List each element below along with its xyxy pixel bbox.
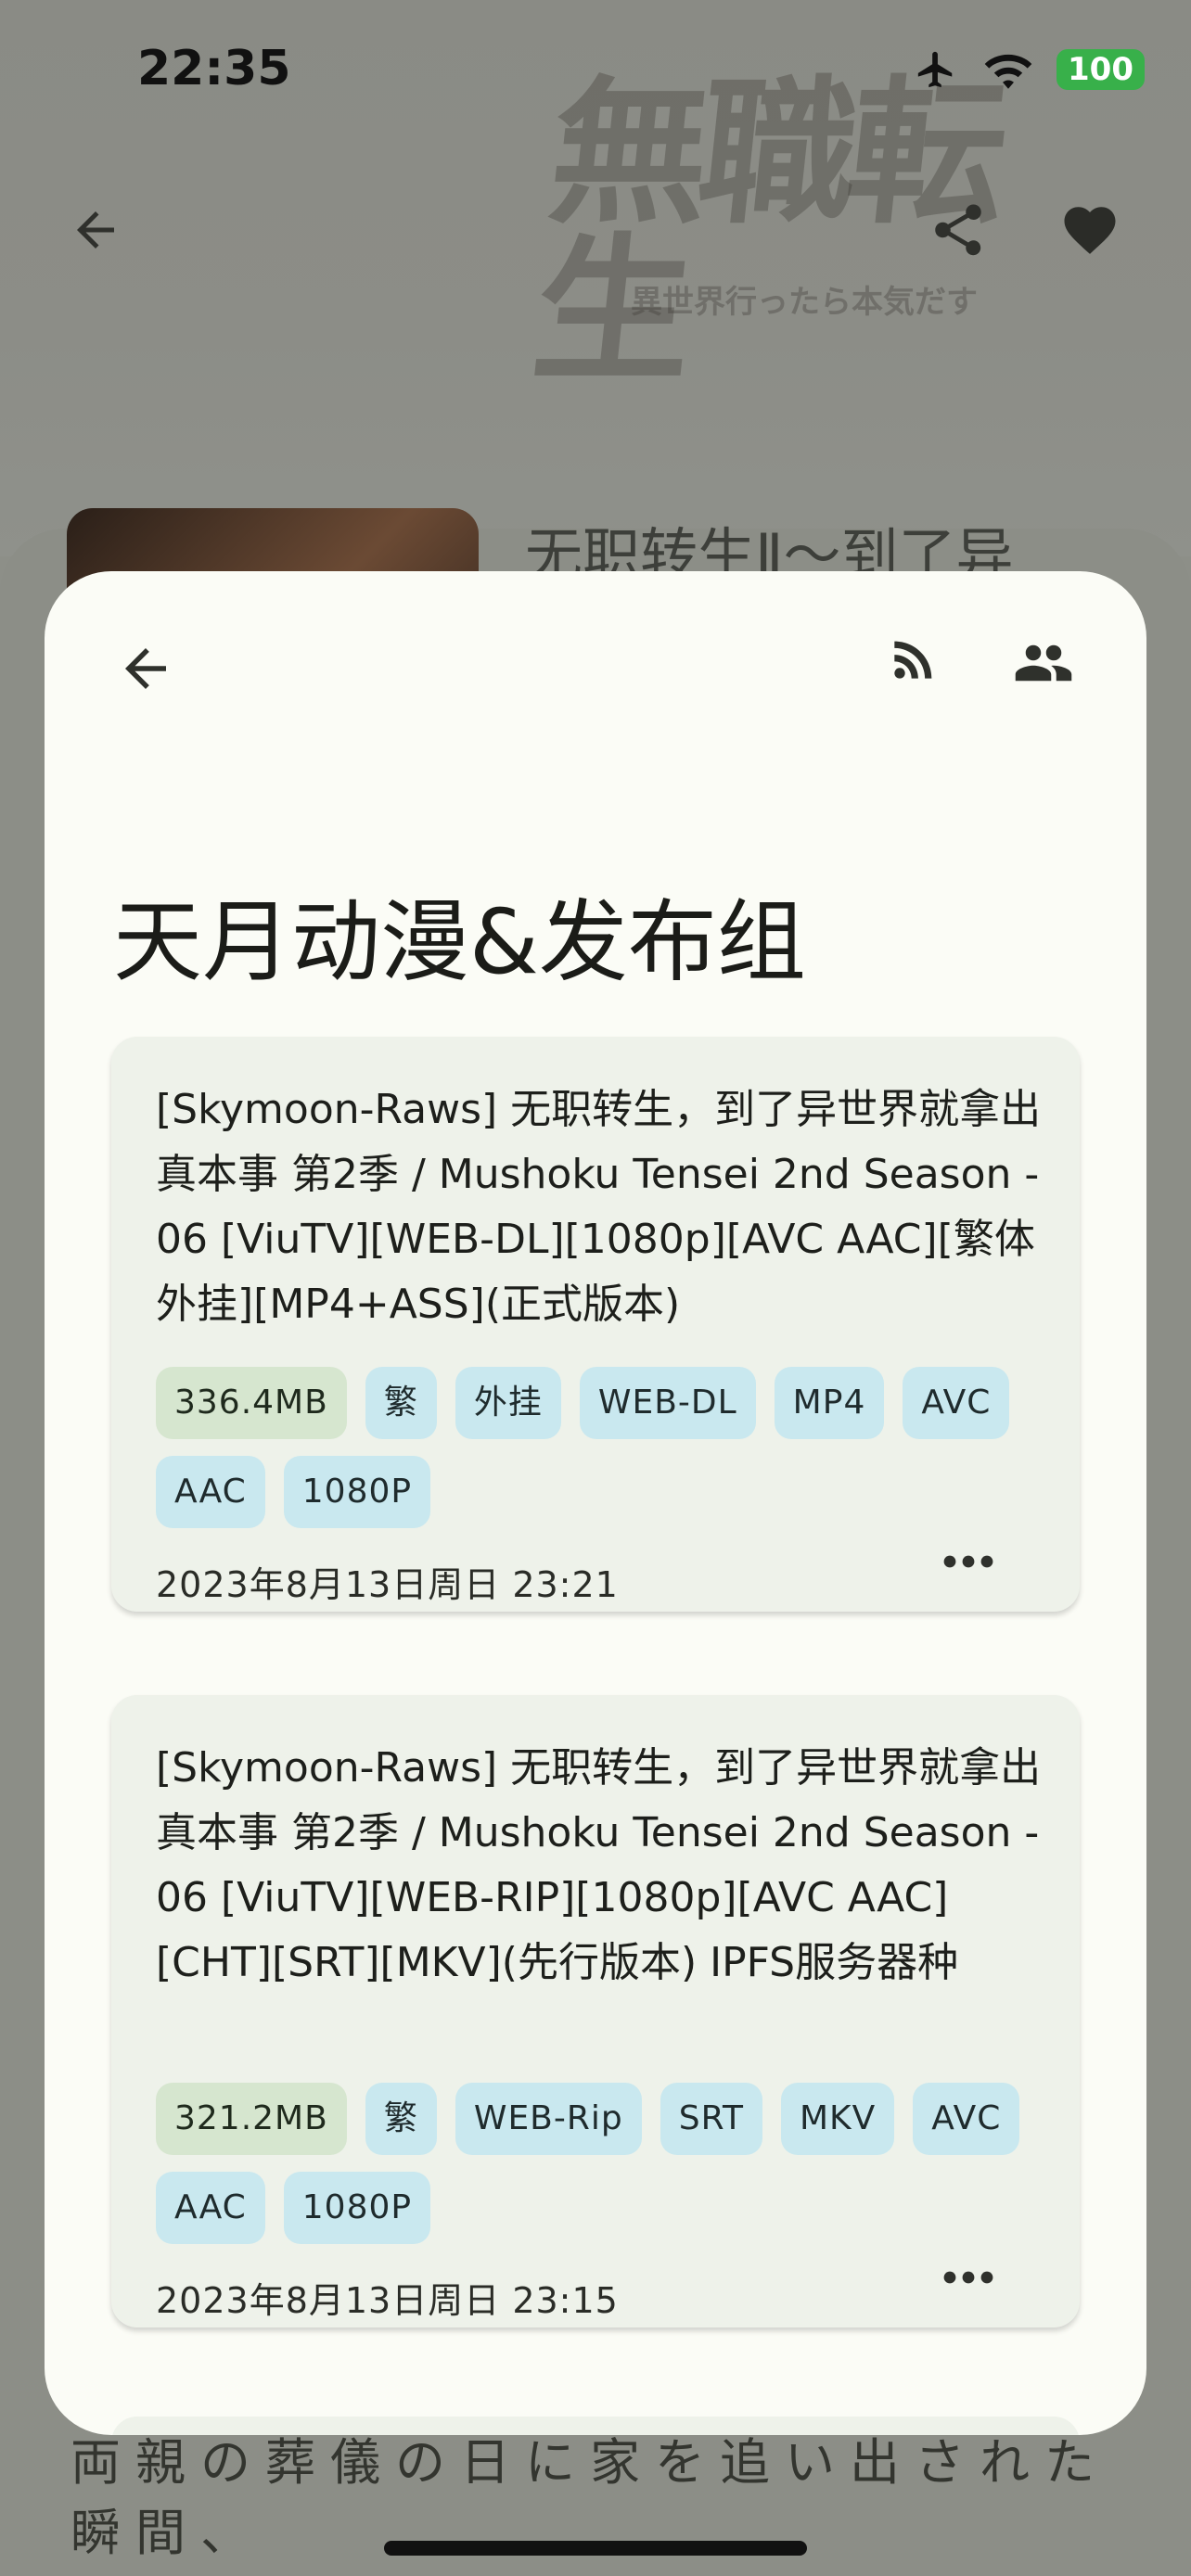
tag: WEB-DL — [579, 1367, 756, 1439]
share-button[interactable] — [928, 199, 989, 264]
status-time: 22:35 — [137, 41, 291, 96]
share-icon — [935, 204, 981, 256]
wifi-icon — [984, 54, 1032, 89]
release-tags: 321.2MB 繁 WEB-Rip SRT MKV AVC AAC 1080P — [156, 2083, 1065, 2244]
tag: MKV — [781, 2083, 895, 2155]
tag: 1080P — [283, 1456, 431, 1528]
tag: AAC — [156, 2172, 265, 2244]
tag: MP4 — [774, 1367, 885, 1439]
release-card[interactable]: [Skymoon-Raws] 无职转生，到了异世界就拿出真本事 第2季 / Mu… — [111, 1037, 1080, 1612]
people-icon — [1015, 644, 1072, 682]
tag: AAC — [156, 1456, 265, 1528]
release-date: 2023年8月13日周日 23:21 — [156, 1564, 619, 1605]
favorite-button[interactable] — [1057, 199, 1122, 264]
tag: WEB-Rip — [455, 2083, 642, 2155]
background-back-button[interactable] — [65, 202, 126, 261]
tag: 繁 — [365, 1367, 437, 1439]
back-arrow-icon — [77, 211, 114, 249]
tag: SRT — [660, 2083, 762, 2155]
rss-button[interactable] — [885, 631, 942, 692]
size-tag: 336.4MB — [156, 1367, 347, 1439]
tag: 繁 — [365, 2083, 437, 2155]
publisher-title: 天月动漫&发布组 — [113, 890, 806, 994]
more-horizontal-icon — [943, 1555, 993, 1568]
release-card[interactable]: [Skymoon-Raws] 无职转生，到了异世界就拿出真本事 第2季 / Mu… — [111, 1695, 1080, 2327]
tag: AVC — [913, 2083, 1020, 2155]
size-tag: 321.2MB — [156, 2083, 347, 2155]
back-arrow-icon — [125, 648, 166, 689]
background-logo-subtitle: 異世界行ったら本気だす — [631, 284, 978, 321]
release-title: [Skymoon-Raws] 无职转生，到了异世界就拿出真本事 第2季 / Mu… — [156, 1744, 1042, 1986]
heart-icon — [1064, 207, 1116, 254]
release-card-partial[interactable] — [111, 2417, 1080, 2435]
publisher-sheet: 天月动漫&发布组 [Skymoon-Raws] 无职转生，到了异世界就拿出真本事… — [45, 571, 1146, 2435]
airplane-icon — [917, 51, 953, 88]
subscribers-button[interactable] — [1009, 632, 1078, 697]
tag: AVC — [903, 1367, 1010, 1439]
battery-indicator: 100 — [1057, 49, 1145, 90]
release-date: 2023年8月13日周日 23:15 — [156, 2280, 619, 2321]
sheet-back-button[interactable] — [115, 638, 176, 703]
rss-icon — [894, 641, 932, 679]
home-indicator[interactable] — [384, 2541, 807, 2556]
release-tags: 336.4MB 繁 外挂 WEB-DL MP4 AVC AAC 1080P — [156, 1367, 1065, 1528]
more-button[interactable] — [942, 2268, 994, 2290]
more-horizontal-icon — [943, 2271, 993, 2284]
more-button[interactable] — [942, 1552, 994, 1575]
tag: 1080P — [283, 2172, 431, 2244]
status-icons: 100 — [912, 46, 1145, 93]
release-title: [Skymoon-Raws] 无职转生，到了异世界就拿出真本事 第2季 / Mu… — [156, 1086, 1042, 1328]
tag: 外挂 — [455, 1367, 561, 1439]
